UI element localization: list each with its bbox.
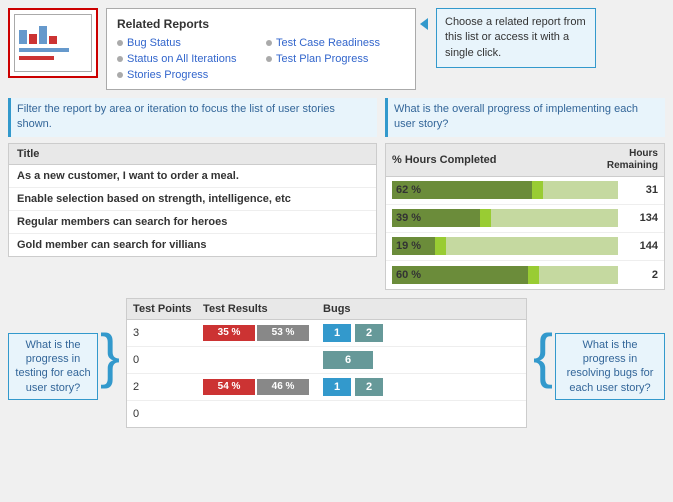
link-status-iterations[interactable]: Status on All Iterations [117, 53, 256, 65]
left-callout: What is the progress in testing for each… [8, 333, 98, 400]
bt-bugs-3: 1 2 [323, 378, 520, 396]
bottom-row-1: 3 35 % 53 % 1 2 [127, 320, 526, 347]
bottom-section: What is the progress in testing for each… [8, 298, 665, 428]
hours-4: 2 [618, 269, 658, 281]
progress-accent-3 [435, 237, 446, 255]
story-row: Enable selection based on strength, inte… [9, 188, 376, 211]
bt-tp-1: 3 [133, 327, 203, 339]
bt-tr-3: 54 % 46 % [203, 379, 323, 395]
bug-teal-1: 2 [355, 324, 383, 342]
progress-row-4: 60 % 2 [386, 261, 664, 289]
middle-section: Filter the report by area or iteration t… [8, 98, 665, 290]
right-panel: What is the overall progress of implemen… [385, 98, 665, 290]
progress-table: % Hours Completed HoursRemaining 62 % 31 [385, 143, 665, 290]
brace-left-right: { [533, 326, 553, 386]
stories-table: Title As a new customer, I want to order… [8, 143, 377, 257]
right-callout-group: { What is the progress in resolving bugs… [533, 313, 665, 400]
page-container: Related Reports Bug Status Status on All… [0, 0, 673, 502]
hours-3: 144 [618, 240, 658, 252]
progress-row-3: 19 % 144 [386, 233, 664, 261]
callout-arrow [420, 18, 428, 30]
tr-bar-red-1: 35 % [203, 325, 255, 341]
progress-accent-1 [532, 181, 543, 199]
link-bug-status[interactable]: Bug Status [117, 37, 256, 49]
report-thumbnail [8, 8, 98, 78]
filter-callout: Filter the report by area or iteration t… [8, 98, 377, 137]
bt-header-tp: Test Points [133, 303, 203, 315]
progress-header: % Hours Completed HoursRemaining [386, 144, 664, 177]
progress-bar-2: 39 % [392, 209, 618, 227]
progress-callout: What is the overall progress of implemen… [385, 98, 665, 137]
link-test-case-readiness[interactable]: Test Case Readiness [266, 37, 405, 49]
bullet-dot [266, 40, 272, 46]
links-col1: Bug Status Status on All Iterations Stor… [117, 37, 256, 81]
progress-label-1: 62 % [392, 184, 421, 196]
tr-bar-gray-1: 53 % [257, 325, 309, 341]
bug-blue-3: 1 [323, 378, 351, 396]
story-row: Gold member can search for villians [9, 234, 376, 256]
bug-teal-2: 6 [323, 351, 373, 369]
bt-tp-2: 0 [133, 354, 203, 366]
bug-teal-3: 2 [355, 378, 383, 396]
bug-blue-1: 1 [323, 324, 351, 342]
bt-tp-3: 2 [133, 381, 203, 393]
hours-2: 134 [618, 212, 658, 224]
progress-label-2: 39 % [392, 212, 421, 224]
top-section: Related Reports Bug Status Status on All… [8, 8, 665, 90]
story-row: As a new customer, I want to order a mea… [9, 165, 376, 188]
tr-bar-gray-3: 46 % [257, 379, 309, 395]
progress-bar-3: 19 % [392, 237, 618, 255]
progress-row-1: 62 % 31 [386, 177, 664, 205]
related-reports-grid: Bug Status Status on All Iterations Stor… [117, 37, 405, 81]
top-callout-wrapper: Choose a related report from this list o… [420, 8, 596, 68]
bottom-row-3: 2 54 % 46 % 1 2 [127, 374, 526, 401]
brace-right-left: } [100, 326, 120, 386]
progress-col-main-header: % Hours Completed [392, 154, 598, 166]
progress-row-2: 39 % 134 [386, 205, 664, 233]
progress-col-hours-header: HoursRemaining [598, 148, 658, 172]
bottom-table-wrapper: Test Points Test Results Bugs 3 35 % 53 … [126, 298, 527, 428]
stories-table-header: Title [9, 144, 376, 165]
bullet-dot [117, 56, 123, 62]
bt-header-tr: Test Results [203, 303, 323, 315]
bottom-row-4: 0 [127, 401, 526, 427]
link-stories-progress[interactable]: Stories Progress [117, 69, 256, 81]
bottom-table: Test Points Test Results Bugs 3 35 % 53 … [126, 298, 527, 428]
progress-bar-4: 60 % [392, 266, 618, 284]
bt-bugs-2: 6 [323, 351, 520, 369]
link-test-plan-progress[interactable]: Test Plan Progress [266, 53, 405, 65]
right-callout: What is the progress in resolving bugs f… [555, 333, 665, 400]
tr-bar-red-3: 54 % [203, 379, 255, 395]
bt-tr-1: 35 % 53 % [203, 325, 323, 341]
related-reports-title: Related Reports [117, 17, 405, 31]
links-col2: Test Case Readiness Test Plan Progress [266, 37, 405, 81]
progress-accent-4 [528, 266, 539, 284]
left-panel: Filter the report by area or iteration t… [8, 98, 377, 290]
progress-bar-1: 62 % [392, 181, 618, 199]
story-row: Regular members can search for heroes [9, 211, 376, 234]
bullet-dot [266, 56, 272, 62]
bt-bugs-1: 1 2 [323, 324, 520, 342]
progress-label-3: 19 % [392, 240, 421, 252]
bullet-dot [117, 40, 123, 46]
related-reports-box: Related Reports Bug Status Status on All… [106, 8, 416, 90]
top-callout: Choose a related report from this list o… [436, 8, 596, 68]
progress-label-4: 60 % [392, 269, 421, 281]
hours-1: 31 [618, 184, 658, 196]
progress-accent-2 [480, 209, 491, 227]
left-callout-group: What is the progress in testing for each… [8, 313, 120, 400]
bt-header-bugs: Bugs [323, 303, 520, 315]
bottom-row-2: 0 6 [127, 347, 526, 374]
bullet-dot [117, 72, 123, 78]
bottom-table-header: Test Points Test Results Bugs [127, 299, 526, 320]
bt-tp-4: 0 [133, 408, 203, 420]
